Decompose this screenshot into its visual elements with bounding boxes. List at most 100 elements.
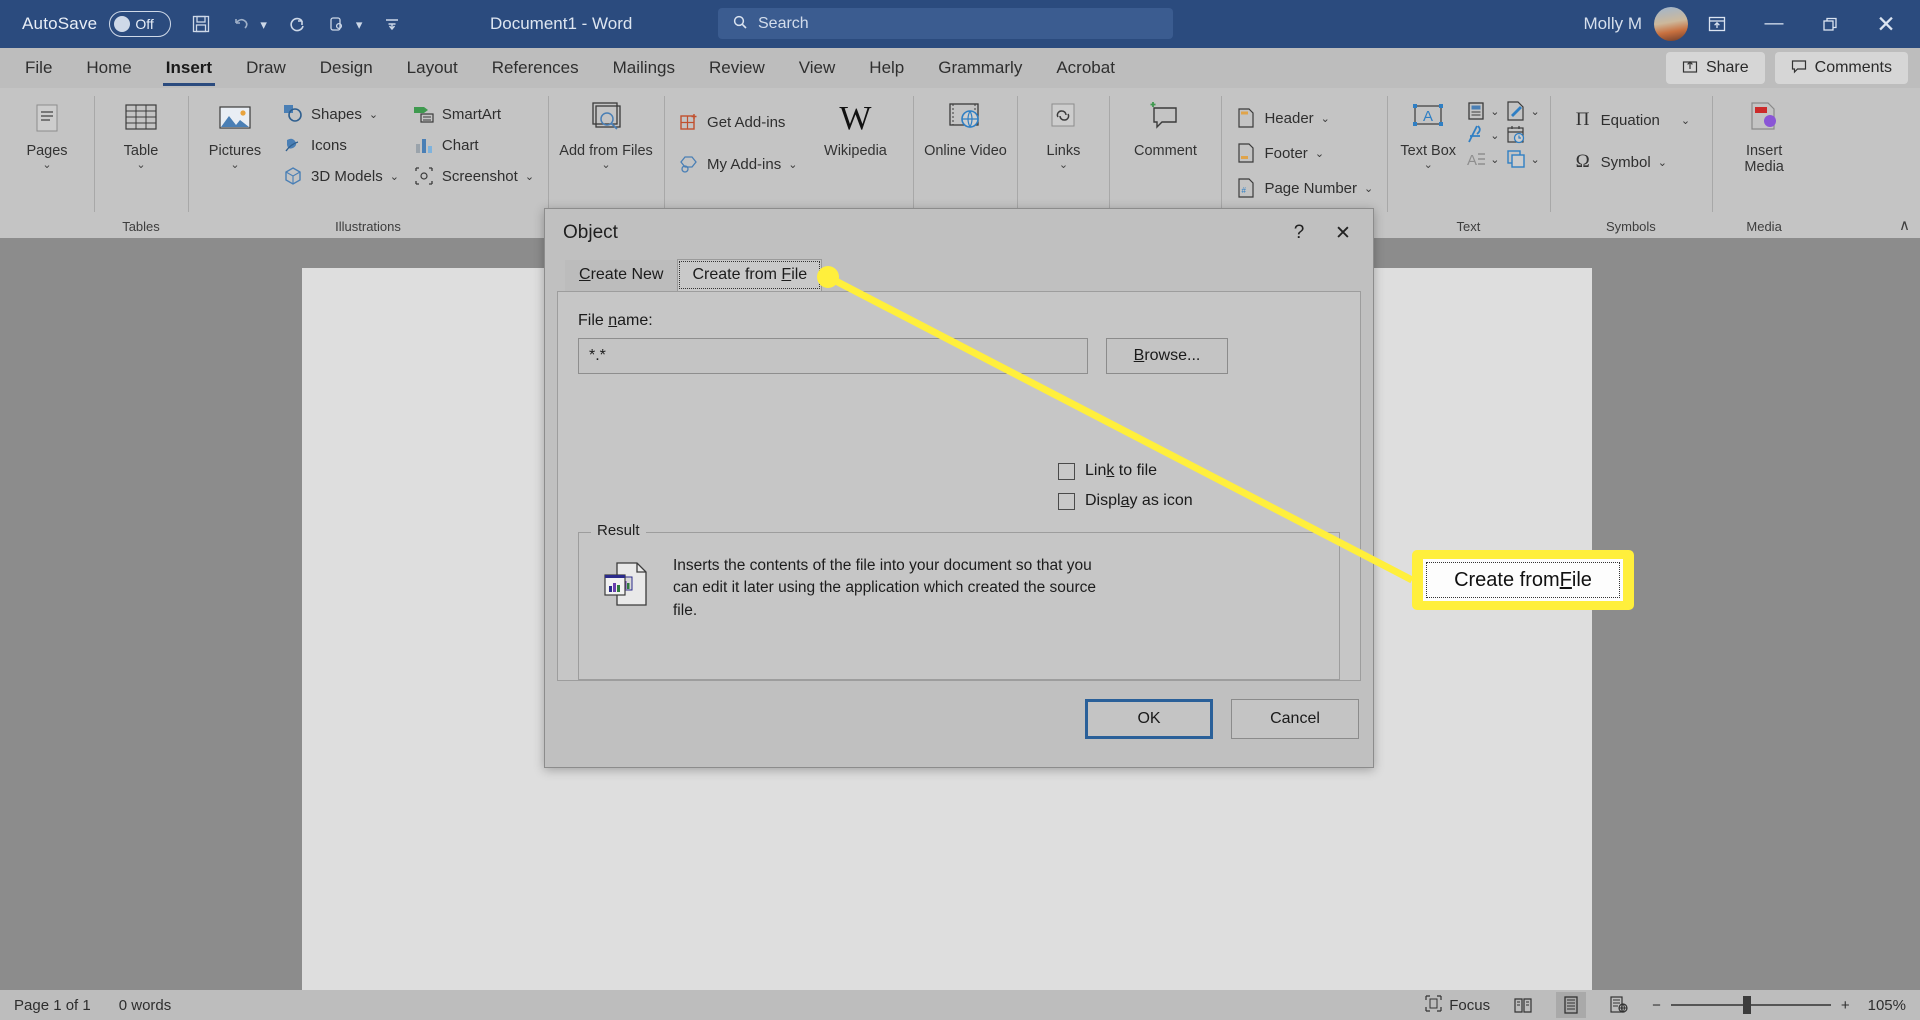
word-count[interactable]: 0 words: [119, 997, 172, 1014]
tab-mailings[interactable]: Mailings: [596, 48, 692, 88]
pages-chevron-down-icon[interactable]: ⌄: [42, 160, 51, 171]
3d-models-chevron-down-icon[interactable]: ⌄: [390, 170, 399, 183]
equation-button[interactable]: Π Equation ⌄: [1568, 106, 1694, 134]
screenshot-chevron-down-icon[interactable]: ⌄: [525, 170, 534, 183]
icons-button[interactable]: Icons: [278, 131, 403, 159]
link-to-file-box[interactable]: [1058, 462, 1075, 480]
comment-button[interactable]: Comment: [1119, 94, 1211, 159]
shapes-button[interactable]: Shapes ⌄: [278, 100, 403, 128]
object-chevron-down-icon[interactable]: ⌄: [1530, 153, 1539, 166]
wordart-chevron-down-icon[interactable]: ⌄: [1490, 129, 1499, 142]
print-layout-icon[interactable]: [1556, 992, 1587, 1018]
save-icon[interactable]: [191, 14, 211, 34]
redo-icon[interactable]: [287, 14, 307, 34]
zoom-out-button[interactable]: −: [1652, 997, 1661, 1014]
ok-button[interactable]: OK: [1085, 699, 1213, 739]
browse-button[interactable]: Browse...: [1106, 338, 1228, 374]
zoom-track[interactable]: [1670, 996, 1831, 1014]
pages-button[interactable]: Pages ⌄: [10, 94, 84, 171]
touch-chevron-down-icon[interactable]: ▾: [356, 18, 363, 31]
page-number-button[interactable]: # Page Number ⌄: [1231, 174, 1377, 202]
tab-acrobat[interactable]: Acrobat: [1039, 48, 1132, 88]
page-info[interactable]: Page 1 of 1: [14, 997, 91, 1014]
cancel-button[interactable]: Cancel: [1231, 699, 1359, 739]
share-button[interactable]: Share: [1665, 52, 1765, 84]
tab-layout[interactable]: Layout: [390, 48, 475, 88]
online-video-button[interactable]: Online Video: [923, 94, 1007, 159]
tab-review[interactable]: Review: [692, 48, 782, 88]
screenshot-button[interactable]: Screenshot ⌄: [409, 162, 538, 190]
table-button[interactable]: Table ⌄: [104, 94, 178, 171]
customize-quick-access-icon[interactable]: [382, 16, 402, 32]
avatar[interactable]: [1654, 7, 1688, 41]
header-chevron-down-icon[interactable]: ⌄: [1321, 112, 1330, 125]
links-button[interactable]: Links ⌄: [1027, 94, 1099, 171]
tab-design[interactable]: Design: [303, 48, 390, 88]
quick-parts-button[interactable]: ⌄: [1465, 100, 1499, 122]
object-button[interactable]: ⌄: [1505, 148, 1540, 170]
ribbon-display-options-icon[interactable]: [1688, 0, 1746, 48]
my-addins-button[interactable]: My Add-ins ⌄: [674, 150, 801, 178]
drop-cap-chevron-down-icon[interactable]: ⌄: [1490, 153, 1499, 166]
restore-button[interactable]: [1802, 0, 1858, 48]
tab-create-from-file[interactable]: Create from File: [677, 259, 823, 291]
smartart-button[interactable]: SmartArt: [409, 100, 538, 128]
page-number-chevron-down-icon[interactable]: ⌄: [1364, 182, 1373, 195]
undo-icon[interactable]: [231, 14, 251, 34]
display-as-icon-box[interactable]: [1058, 492, 1075, 510]
help-icon[interactable]: ?: [1277, 222, 1321, 244]
wikipedia-button[interactable]: W Wikipedia: [807, 94, 903, 160]
text-box-button[interactable]: A Text Box ⌄: [1397, 94, 1459, 171]
signature-line-chevron-down-icon[interactable]: ⌄: [1530, 105, 1539, 118]
tab-help[interactable]: Help: [852, 48, 921, 88]
tab-references[interactable]: References: [475, 48, 596, 88]
add-from-files-button[interactable]: Add from Files ⌄: [558, 94, 654, 171]
chart-button[interactable]: Chart: [409, 131, 538, 159]
read-mode-icon[interactable]: [1508, 992, 1538, 1018]
tab-grammarly[interactable]: Grammarly: [921, 48, 1039, 88]
link-to-file-checkbox[interactable]: Link to file: [1058, 462, 1340, 480]
3d-models-button[interactable]: 3D Models ⌄: [278, 162, 403, 190]
tab-view[interactable]: View: [782, 48, 853, 88]
tab-create-new[interactable]: Create New: [565, 260, 678, 291]
search-box[interactable]: Search: [718, 8, 1173, 39]
file-name-input[interactable]: *.*: [578, 338, 1088, 374]
pictures-button[interactable]: Pictures ⌄: [198, 94, 272, 171]
zoom-thumb[interactable]: [1742, 996, 1751, 1014]
insert-media-button[interactable]: Insert Media: [1728, 94, 1800, 175]
autosave-toggle[interactable]: Off: [109, 11, 172, 37]
tab-draw[interactable]: Draw: [229, 48, 303, 88]
collapse-ribbon-icon[interactable]: ∧: [1899, 216, 1910, 234]
table-chevron-down-icon[interactable]: ⌄: [136, 160, 145, 171]
symbol-chevron-down-icon[interactable]: ⌄: [1658, 156, 1667, 169]
zoom-slider[interactable]: − +: [1652, 996, 1850, 1014]
zoom-in-button[interactable]: +: [1841, 997, 1850, 1014]
date-time-button[interactable]: [1505, 124, 1539, 146]
my-addins-chevron-down-icon[interactable]: ⌄: [788, 158, 797, 171]
focus-button[interactable]: Focus: [1425, 994, 1490, 1016]
equation-chevron-down-icon[interactable]: ⌄: [1681, 114, 1690, 127]
signature-line-button[interactable]: ⌄: [1505, 100, 1540, 122]
shapes-chevron-down-icon[interactable]: ⌄: [369, 108, 378, 121]
drop-cap-button[interactable]: A ⌄: [1465, 148, 1499, 170]
footer-chevron-down-icon[interactable]: ⌄: [1315, 147, 1324, 160]
add-from-files-chevron-down-icon[interactable]: ⌄: [601, 160, 610, 171]
comments-button[interactable]: Comments: [1774, 52, 1908, 84]
touch-mode-icon[interactable]: [327, 14, 347, 34]
tab-file[interactable]: File: [8, 48, 69, 88]
display-as-icon-checkbox[interactable]: Display as icon: [1058, 492, 1340, 510]
quick-parts-chevron-down-icon[interactable]: ⌄: [1490, 105, 1499, 118]
footer-button[interactable]: Footer ⌄: [1231, 139, 1377, 167]
tab-insert[interactable]: Insert: [149, 48, 229, 88]
pictures-chevron-down-icon[interactable]: ⌄: [230, 160, 239, 171]
links-chevron-down-icon[interactable]: ⌄: [1059, 160, 1068, 171]
close-icon[interactable]: ✕: [1321, 222, 1365, 245]
wordart-button[interactable]: ⌄: [1465, 124, 1499, 146]
get-addins-button[interactable]: Get Add-ins: [674, 108, 801, 136]
zoom-level[interactable]: 105%: [1868, 997, 1906, 1014]
minimize-button[interactable]: —: [1746, 0, 1802, 48]
header-button[interactable]: Header ⌄: [1231, 104, 1377, 132]
text-box-chevron-down-icon[interactable]: ⌄: [1424, 160, 1433, 171]
web-layout-icon[interactable]: [1604, 992, 1634, 1018]
symbol-button[interactable]: Ω Symbol ⌄: [1568, 148, 1694, 176]
